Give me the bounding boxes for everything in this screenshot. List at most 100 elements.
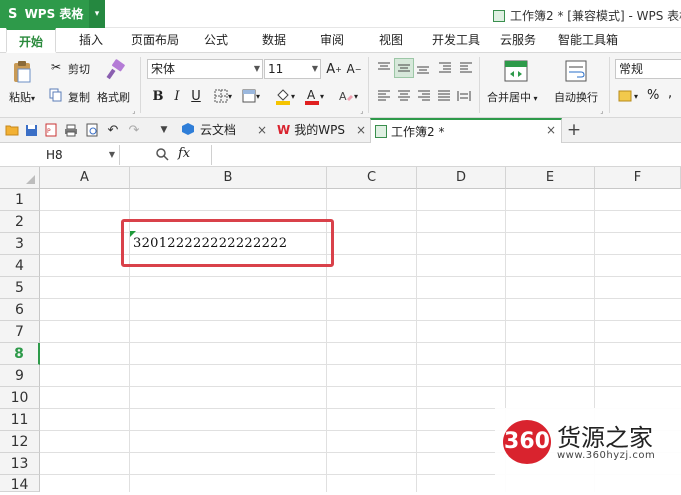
row-header-6[interactable]: 6 [0, 299, 40, 321]
font-color-icon[interactable]: A ▾ [302, 85, 326, 107]
thousands-separator-button[interactable]: , [668, 86, 672, 101]
open-folder-icon[interactable] [4, 122, 20, 138]
align-left-icon[interactable] [375, 88, 393, 104]
increase-font-icon[interactable]: A + [326, 59, 342, 79]
distribute-icon[interactable] [455, 88, 473, 104]
decrease-indent-icon[interactable] [436, 60, 454, 76]
bold-icon[interactable]: B [150, 87, 166, 105]
app-menu-dropdown-icon[interactable]: ▾ [89, 0, 105, 28]
watermark-logo: 360 [503, 420, 551, 464]
dialog-launcher-icon[interactable]: ⌟ [598, 107, 606, 115]
clear-format-icon[interactable]: A ▾ [335, 85, 361, 107]
tab-insert[interactable]: 插入 [68, 28, 114, 53]
align-bottom-icon[interactable] [414, 60, 432, 76]
print-preview-icon[interactable] [84, 122, 100, 138]
italic-icon[interactable]: I [170, 87, 184, 105]
close-icon[interactable]: × [546, 118, 556, 143]
dialog-launcher-icon[interactable]: ⌟ [358, 107, 366, 115]
doc-tab-workbook2[interactable]: 工作簿2 * [370, 118, 562, 143]
divider [211, 145, 212, 165]
align-middle-icon[interactable] [394, 58, 414, 78]
row-header-2[interactable]: 2 [0, 211, 40, 233]
percent-button[interactable]: % [647, 88, 659, 103]
row-header-4[interactable]: 4 [0, 255, 40, 277]
app-menu-button[interactable]: S WPS 表格 ▾ [0, 0, 105, 28]
row-header-12[interactable]: 12 [0, 431, 40, 453]
column-header-b[interactable]: B [130, 167, 327, 189]
tab-smart-toolbox[interactable]: 智能工具箱 [553, 28, 623, 53]
gridline [416, 189, 417, 492]
column-header-c[interactable]: C [327, 167, 417, 189]
row-header-5[interactable]: 5 [0, 277, 40, 299]
fill-color-icon[interactable]: ▾ [273, 85, 297, 107]
borders-icon[interactable]: ▾ [210, 87, 236, 105]
undo-icon[interactable]: ↶ [105, 122, 121, 138]
wrap-text-button[interactable]: 自动换行 [554, 89, 598, 105]
tab-view[interactable]: 视图 [371, 28, 411, 53]
row-header-11[interactable]: 11 [0, 409, 40, 431]
close-icon[interactable]: × [257, 118, 267, 143]
print-icon[interactable] [63, 122, 79, 138]
copy-button[interactable]: 复制 [68, 89, 90, 105]
justify-icon[interactable] [435, 88, 453, 104]
cut-button[interactable]: 剪切 [68, 61, 90, 77]
tab-developer[interactable]: 开发工具 [427, 28, 485, 53]
quick-access-dropdown-icon[interactable]: ▼ [157, 123, 171, 137]
row-header-10[interactable]: 10 [0, 387, 40, 409]
magnifier-icon[interactable] [154, 146, 170, 162]
column-header-f[interactable]: F [595, 167, 681, 189]
merge-center-icon[interactable] [503, 58, 529, 84]
app-name: WPS 表格 [24, 7, 84, 21]
tab-start[interactable]: 开始 [6, 28, 56, 53]
tab-data[interactable]: 数据 [254, 28, 294, 53]
fx-icon[interactable]: fx [178, 146, 190, 161]
tab-formula[interactable]: 公式 [196, 28, 236, 53]
row-header-14[interactable]: 14 [0, 475, 40, 493]
name-box[interactable]: H8 ▼ [0, 145, 120, 165]
increase-indent-icon[interactable] [457, 60, 475, 76]
align-center-icon[interactable] [395, 88, 413, 104]
formula-input[interactable] [214, 145, 681, 165]
align-right-icon[interactable] [415, 88, 433, 104]
wrap-text-icon[interactable] [563, 58, 589, 84]
export-pdf-icon[interactable]: P [43, 122, 59, 138]
column-header-e[interactable]: E [506, 167, 595, 189]
dialog-launcher-icon[interactable]: ⌟ [130, 107, 138, 115]
underline-icon[interactable]: U [188, 87, 204, 105]
format-painter-icon[interactable] [104, 58, 128, 82]
row-header-8[interactable]: 8 [0, 343, 40, 365]
paste-icon[interactable] [10, 59, 34, 85]
save-icon[interactable] [23, 122, 39, 138]
font-size-select[interactable]: 11 ▼ [264, 59, 321, 79]
tab-review[interactable]: 审阅 [312, 28, 352, 53]
column-header-d[interactable]: D [417, 167, 506, 189]
row-header-9[interactable]: 9 [0, 365, 40, 387]
font-name-value: 宋体 [151, 62, 176, 76]
format-painter-button[interactable]: 格式刷 [97, 89, 130, 105]
column-header-a[interactable]: A [40, 167, 130, 189]
scissors-icon[interactable]: ✂ [48, 59, 64, 75]
cell-style-icon[interactable]: ▾ [238, 87, 264, 105]
merge-center-button[interactable]: 合并居中 ▾ [487, 89, 538, 105]
svg-text:P: P [47, 128, 51, 135]
paste-button[interactable]: 粘贴▾ [9, 89, 35, 105]
number-format-select[interactable]: 常规 [615, 59, 681, 79]
name-box-value: H8 [46, 148, 63, 162]
align-top-icon[interactable] [375, 60, 393, 76]
close-icon[interactable]: × [356, 118, 366, 143]
row-header-13[interactable]: 13 [0, 453, 40, 475]
copy-icon[interactable] [48, 87, 64, 103]
select-all-corner[interactable] [0, 167, 40, 189]
font-name-select[interactable]: 宋体 ▼ [147, 59, 263, 79]
new-tab-plus-icon[interactable]: + [565, 120, 583, 140]
gridline [40, 210, 681, 211]
row-header-1[interactable]: 1 [0, 189, 40, 211]
decrease-font-icon[interactable]: A − [346, 59, 362, 79]
redo-icon[interactable]: ↷ [126, 122, 142, 138]
tab-cloud-service[interactable]: 云服务 [495, 28, 541, 53]
number-format-value: 常规 [619, 62, 644, 76]
tab-page-layout[interactable]: 页面布局 [126, 28, 184, 53]
row-header-3[interactable]: 3 [0, 233, 40, 255]
currency-format-icon[interactable]: ▾ [616, 87, 640, 105]
row-header-7[interactable]: 7 [0, 321, 40, 343]
